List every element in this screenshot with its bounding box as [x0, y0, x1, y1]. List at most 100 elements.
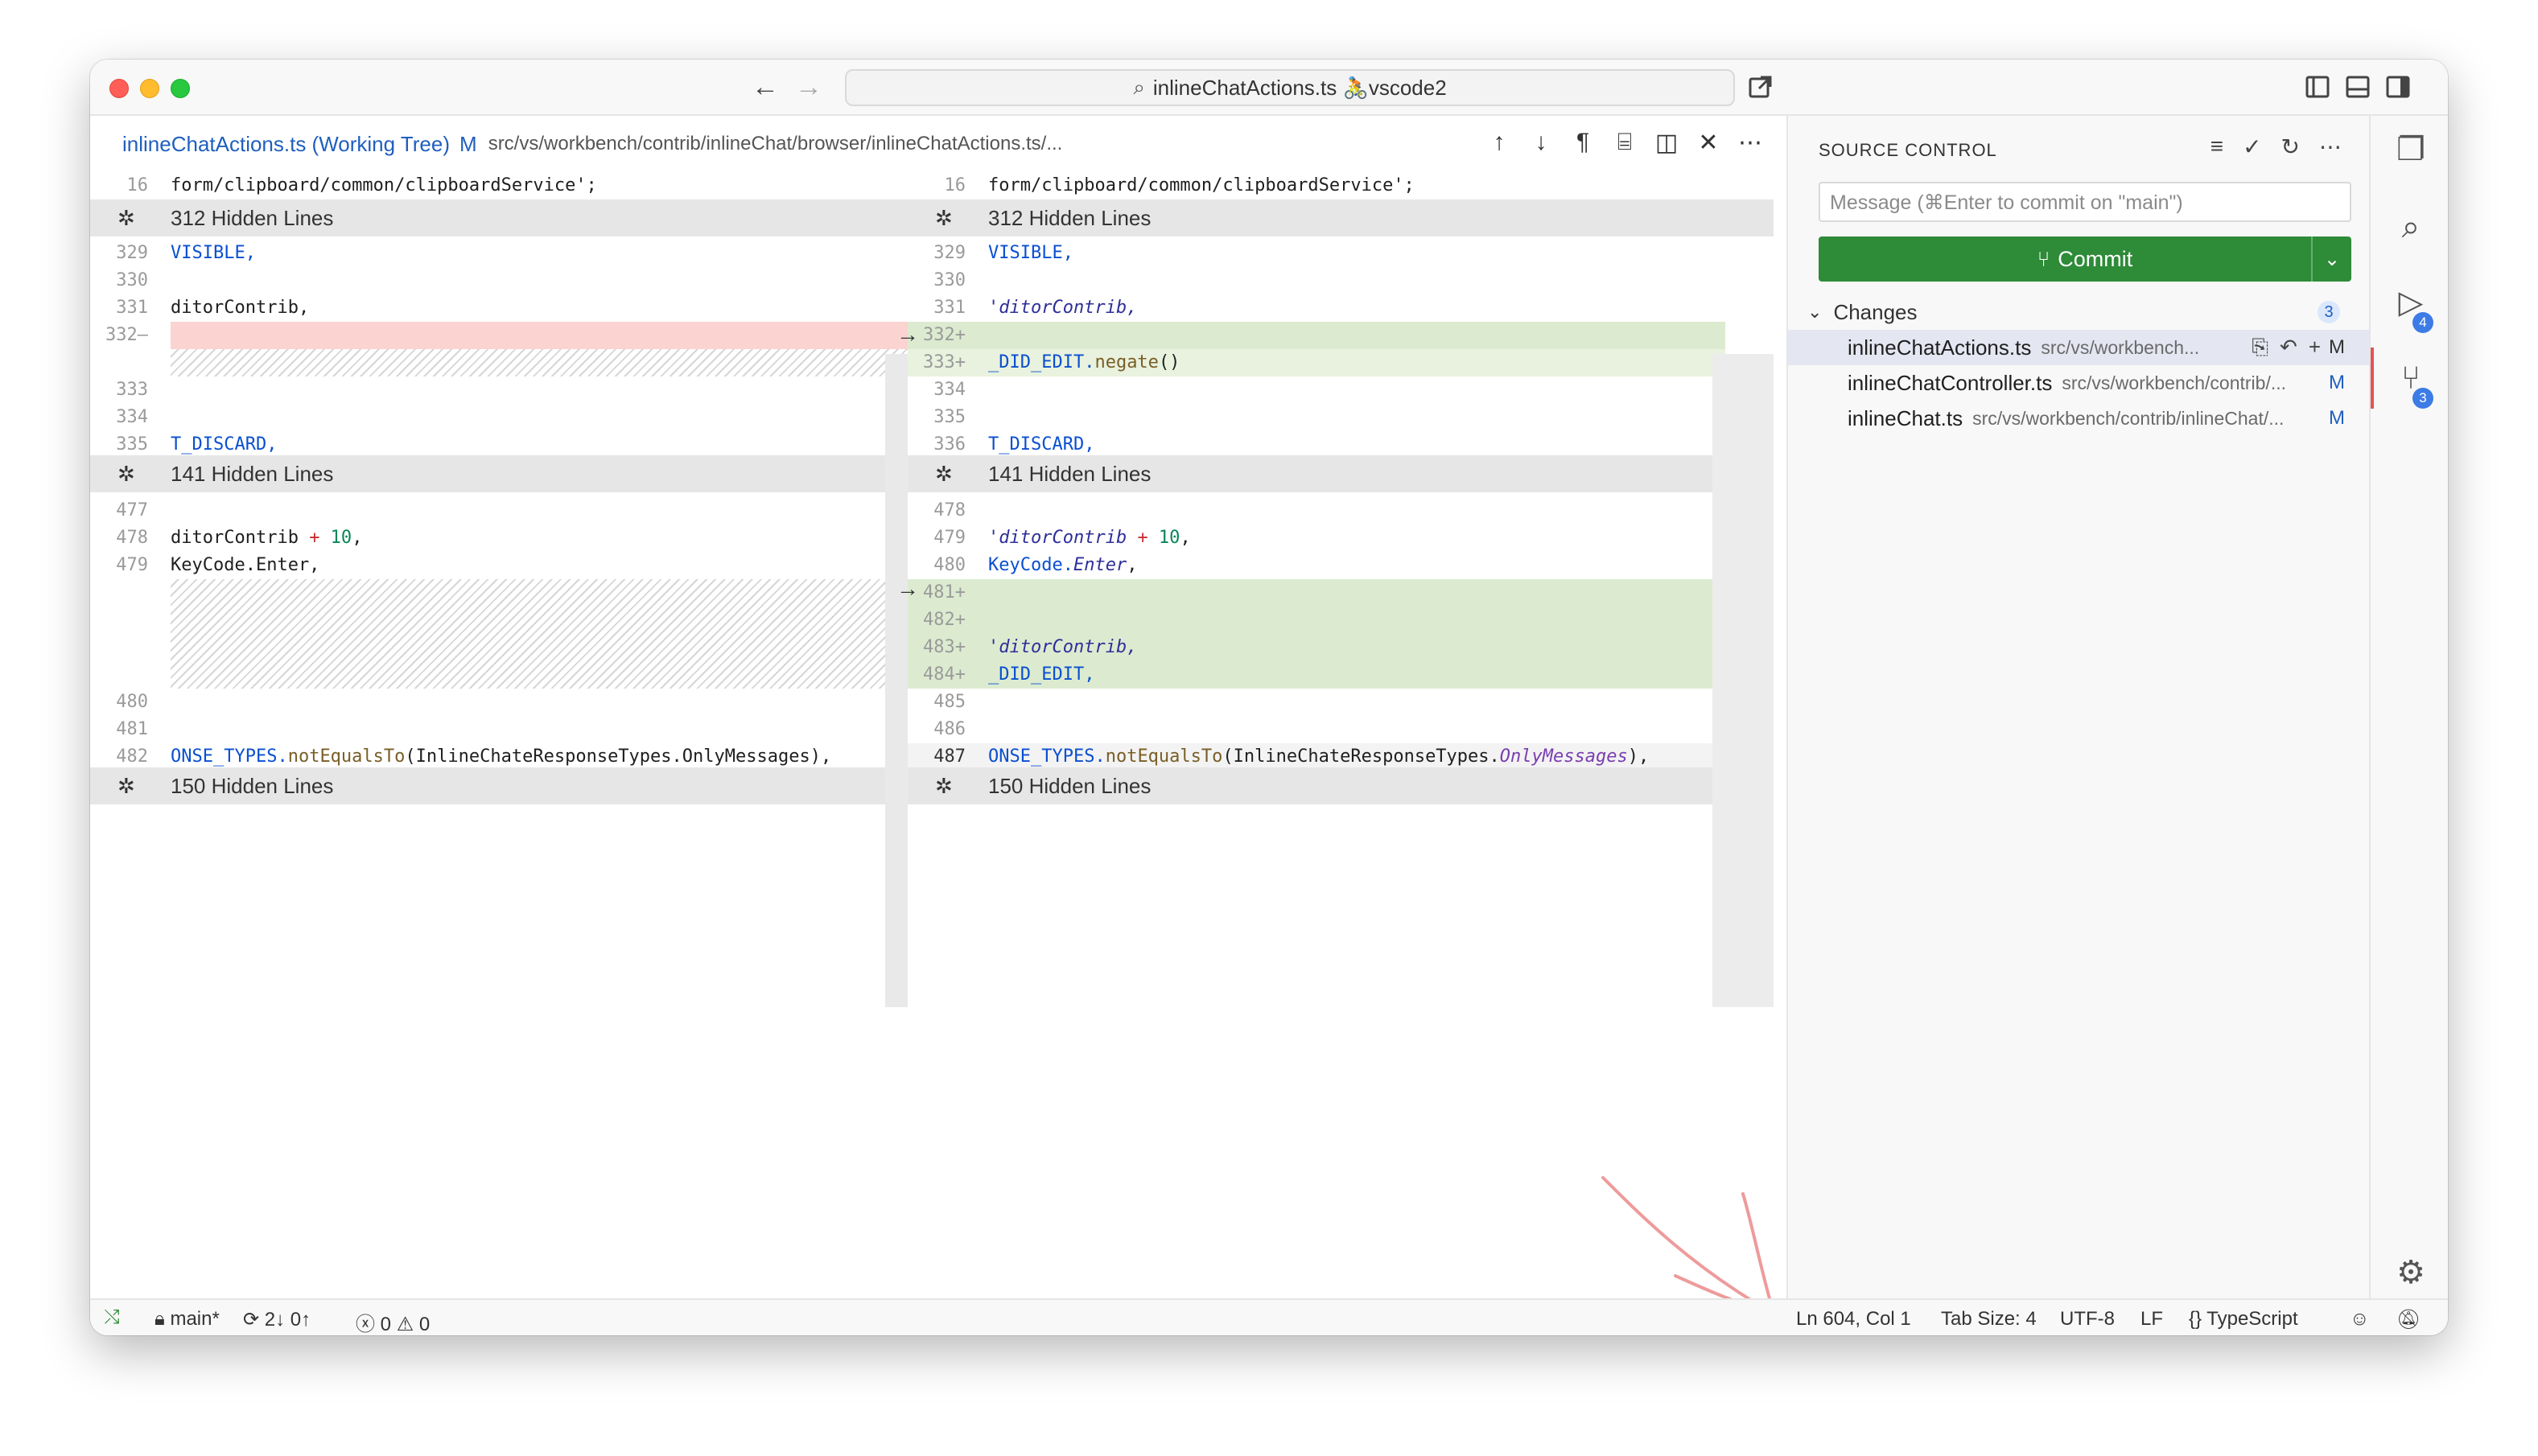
toggle-primary-sidebar-icon[interactable] — [2305, 74, 2330, 100]
view-as-tree-icon[interactable]: ≡ — [2210, 134, 2223, 160]
search-icon: ⌕ — [1133, 75, 1145, 99]
code-line: 330 — [933, 270, 966, 290]
commit-button-label: Commit — [2058, 246, 2133, 271]
changes-label: Changes — [1833, 299, 1918, 324]
overview-ruler[interactable] — [1712, 354, 1774, 1007]
editor-actions: ↑ ↓ ¶ ⌸ ◫ ✕ ⋯ — [1487, 129, 1763, 157]
remote-indicator-icon[interactable]: ⤭ — [90, 1300, 134, 1335]
discard-changes-icon[interactable]: ↶ — [2280, 335, 2297, 360]
command-center-search[interactable]: ⌕ inlineChatActions.ts 🚴vscode2 — [845, 69, 1735, 106]
inserted-line: 333+ _DID_EDIT.negate() — [908, 349, 1725, 376]
encoding[interactable]: UTF-8 — [2060, 1308, 2115, 1331]
changes-group-header[interactable]: ⌄ Changes 3 — [1807, 296, 2351, 328]
revert-change-arrow-icon[interactable]: → — [896, 576, 919, 602]
changed-file-row[interactable]: inlineChat.ts src/vs/workbench/contrib/i… — [1788, 401, 2369, 436]
hidden-lines-bar[interactable]: ✲ 312 Hidden Lines — [90, 199, 908, 236]
hidden-lines-bar[interactable]: ✲ 141 Hidden Lines — [90, 455, 908, 492]
inserted-line: 332+ — [908, 322, 1725, 349]
unfold-icon[interactable]: ✲ — [117, 206, 135, 231]
commit-message-input[interactable]: Message (⌘Enter to commit on "main") — [1819, 182, 2351, 222]
warning-icon: ⚠ — [396, 1314, 414, 1335]
vscode-window: ← → ⌕ inlineChatActions.ts 🚴vscode2 inli… — [90, 60, 2448, 1335]
notifications-bell-icon[interactable]: 🔕︎ — [2396, 1308, 2421, 1331]
editor-tab-title[interactable]: inlineChatActions.ts (Working Tree) — [122, 132, 450, 157]
panel-title: SOURCE CONTROL — [1819, 140, 1997, 160]
commit-dropdown-button[interactable]: ⌄ — [2311, 236, 2351, 282]
toggle-panel-icon[interactable] — [2345, 74, 2371, 100]
commit-check-icon[interactable]: ✓ — [2243, 134, 2261, 160]
changed-file-row[interactable]: inlineChatController.ts src/vs/workbench… — [1788, 365, 2369, 401]
left-overview-strip — [885, 354, 908, 1007]
title-bar: ← → ⌕ inlineChatActions.ts 🚴vscode2 — [90, 60, 2448, 116]
unfold-icon[interactable]: ✲ — [935, 774, 953, 799]
unfold-icon[interactable]: ✲ — [117, 774, 135, 799]
unfold-icon[interactable]: ✲ — [117, 462, 135, 487]
open-file-icon[interactable]: ⌸ — [1613, 129, 1637, 157]
tab-size[interactable]: Tab Size: 4 — [1941, 1308, 2037, 1331]
minimize-window-button[interactable] — [140, 79, 159, 98]
problems-indicator[interactable]: ⓧ 0 ⚠ 0 — [356, 1308, 430, 1335]
inserted-line: 482+ — [908, 607, 1725, 634]
modified-indicator: M — [459, 131, 477, 156]
code-line: 16 form/clipboard/common/clipboardService… — [944, 175, 1415, 195]
sync-indicator[interactable]: ⟳ 2↓ 0↑ — [243, 1308, 311, 1331]
code-line: 336 T_DISCARD, — [933, 434, 1095, 454]
git-commit-icon: ⑂ — [2037, 246, 2050, 271]
code-line: 480 KeyCode.Enter, — [933, 555, 1138, 575]
refresh-icon[interactable]: ↻ — [2281, 134, 2300, 160]
error-icon: ⓧ — [356, 1314, 375, 1335]
explorer-files-icon[interactable]: ❐ — [2390, 129, 2432, 171]
close-window-button[interactable] — [109, 79, 129, 98]
show-whitespace-icon[interactable]: ¶ — [1571, 129, 1595, 157]
source-control-panel: SOURCE CONTROL ≡ ✓ ↻ ⋯ Message (⌘Enter t… — [1786, 116, 2369, 1335]
language-mode[interactable]: {} TypeScript — [2189, 1308, 2298, 1331]
copilot-icon[interactable]: ☺ — [2350, 1308, 2370, 1331]
close-editor-icon[interactable]: ✕ — [1696, 129, 1720, 157]
code-line: 334 — [116, 407, 148, 427]
more-actions-icon[interactable]: ⋯ — [1738, 129, 1762, 157]
changed-file-row[interactable]: inlineChatActions.ts src/vs/workbench...… — [1788, 330, 2369, 365]
editor-file-path: src/vs/workbench/contrib/inlineChat/brow… — [488, 133, 1063, 154]
inserted-line: 484+ _DID_EDIT, — [908, 661, 1725, 689]
sync-icon: ⟳ — [243, 1309, 260, 1331]
line-ending[interactable]: LF — [2140, 1308, 2163, 1331]
commit-button[interactable]: ⑂ Commit ⌄ — [1819, 236, 2351, 282]
maximize-window-button[interactable] — [171, 79, 190, 98]
revert-change-arrow-icon[interactable]: → — [896, 322, 919, 348]
split-editor-icon[interactable]: ◫ — [1654, 129, 1679, 157]
stage-changes-icon[interactable]: + — [2309, 335, 2321, 360]
diff-modified-pane[interactable]: 16 form/clipboard/common/clipboardService… — [908, 172, 1774, 1335]
code-line: 329 VISIBLE, — [116, 243, 256, 263]
previous-change-icon[interactable]: ↑ — [1487, 129, 1511, 157]
back-arrow-icon[interactable]: ← — [752, 71, 779, 103]
more-actions-icon[interactable]: ⋯ — [2319, 134, 2342, 160]
hidden-lines-bar[interactable]: ✲ 141 Hidden Lines — [908, 455, 1774, 492]
code-line: 480 — [116, 692, 148, 712]
cursor-position[interactable]: Ln 604, Col 1 — [1796, 1308, 1911, 1331]
toggle-secondary-sidebar-icon[interactable] — [2385, 74, 2411, 100]
diff-hatch-filler — [171, 579, 908, 689]
forward-arrow-icon[interactable]: → — [795, 71, 822, 103]
settings-gear-icon[interactable]: ⚙ — [2390, 1252, 2432, 1294]
unfold-icon[interactable]: ✲ — [935, 462, 953, 487]
diff-hatch-filler — [171, 349, 908, 376]
deleted-line: 332— — [90, 322, 908, 349]
unfold-icon[interactable]: ✲ — [935, 206, 953, 231]
open-file-icon[interactable]: ⎘ — [2252, 335, 2268, 360]
code-line: 479'ditorContrib + 10, — [933, 528, 1191, 548]
debug-badge: 4 — [2412, 312, 2433, 333]
hidden-lines-bar[interactable]: ✲ 150 Hidden Lines — [90, 767, 908, 804]
code-line: 334 — [933, 380, 966, 400]
branch-indicator[interactable]: 🔒︎ main* — [155, 1308, 220, 1331]
panel-actions: ≡ ✓ ↻ ⋯ — [2210, 134, 2342, 160]
diff-original-pane[interactable]: 16 form/clipboard/common/clipboardService… — [90, 172, 908, 1335]
open-external-icon[interactable] — [1748, 74, 1774, 100]
chevron-down-icon: ⌄ — [1807, 302, 1823, 322]
changes-count-badge: 3 — [2318, 301, 2340, 323]
hidden-lines-bar[interactable]: ✲ 312 Hidden Lines — [908, 199, 1774, 236]
code-line: 481 — [116, 719, 148, 739]
next-change-icon[interactable]: ↓ — [1529, 129, 1553, 157]
hidden-lines-bar[interactable]: ✲ 150 Hidden Lines — [908, 767, 1725, 804]
scm-badge: 3 — [2412, 388, 2433, 409]
search-icon[interactable]: ⌕ — [2390, 206, 2432, 248]
